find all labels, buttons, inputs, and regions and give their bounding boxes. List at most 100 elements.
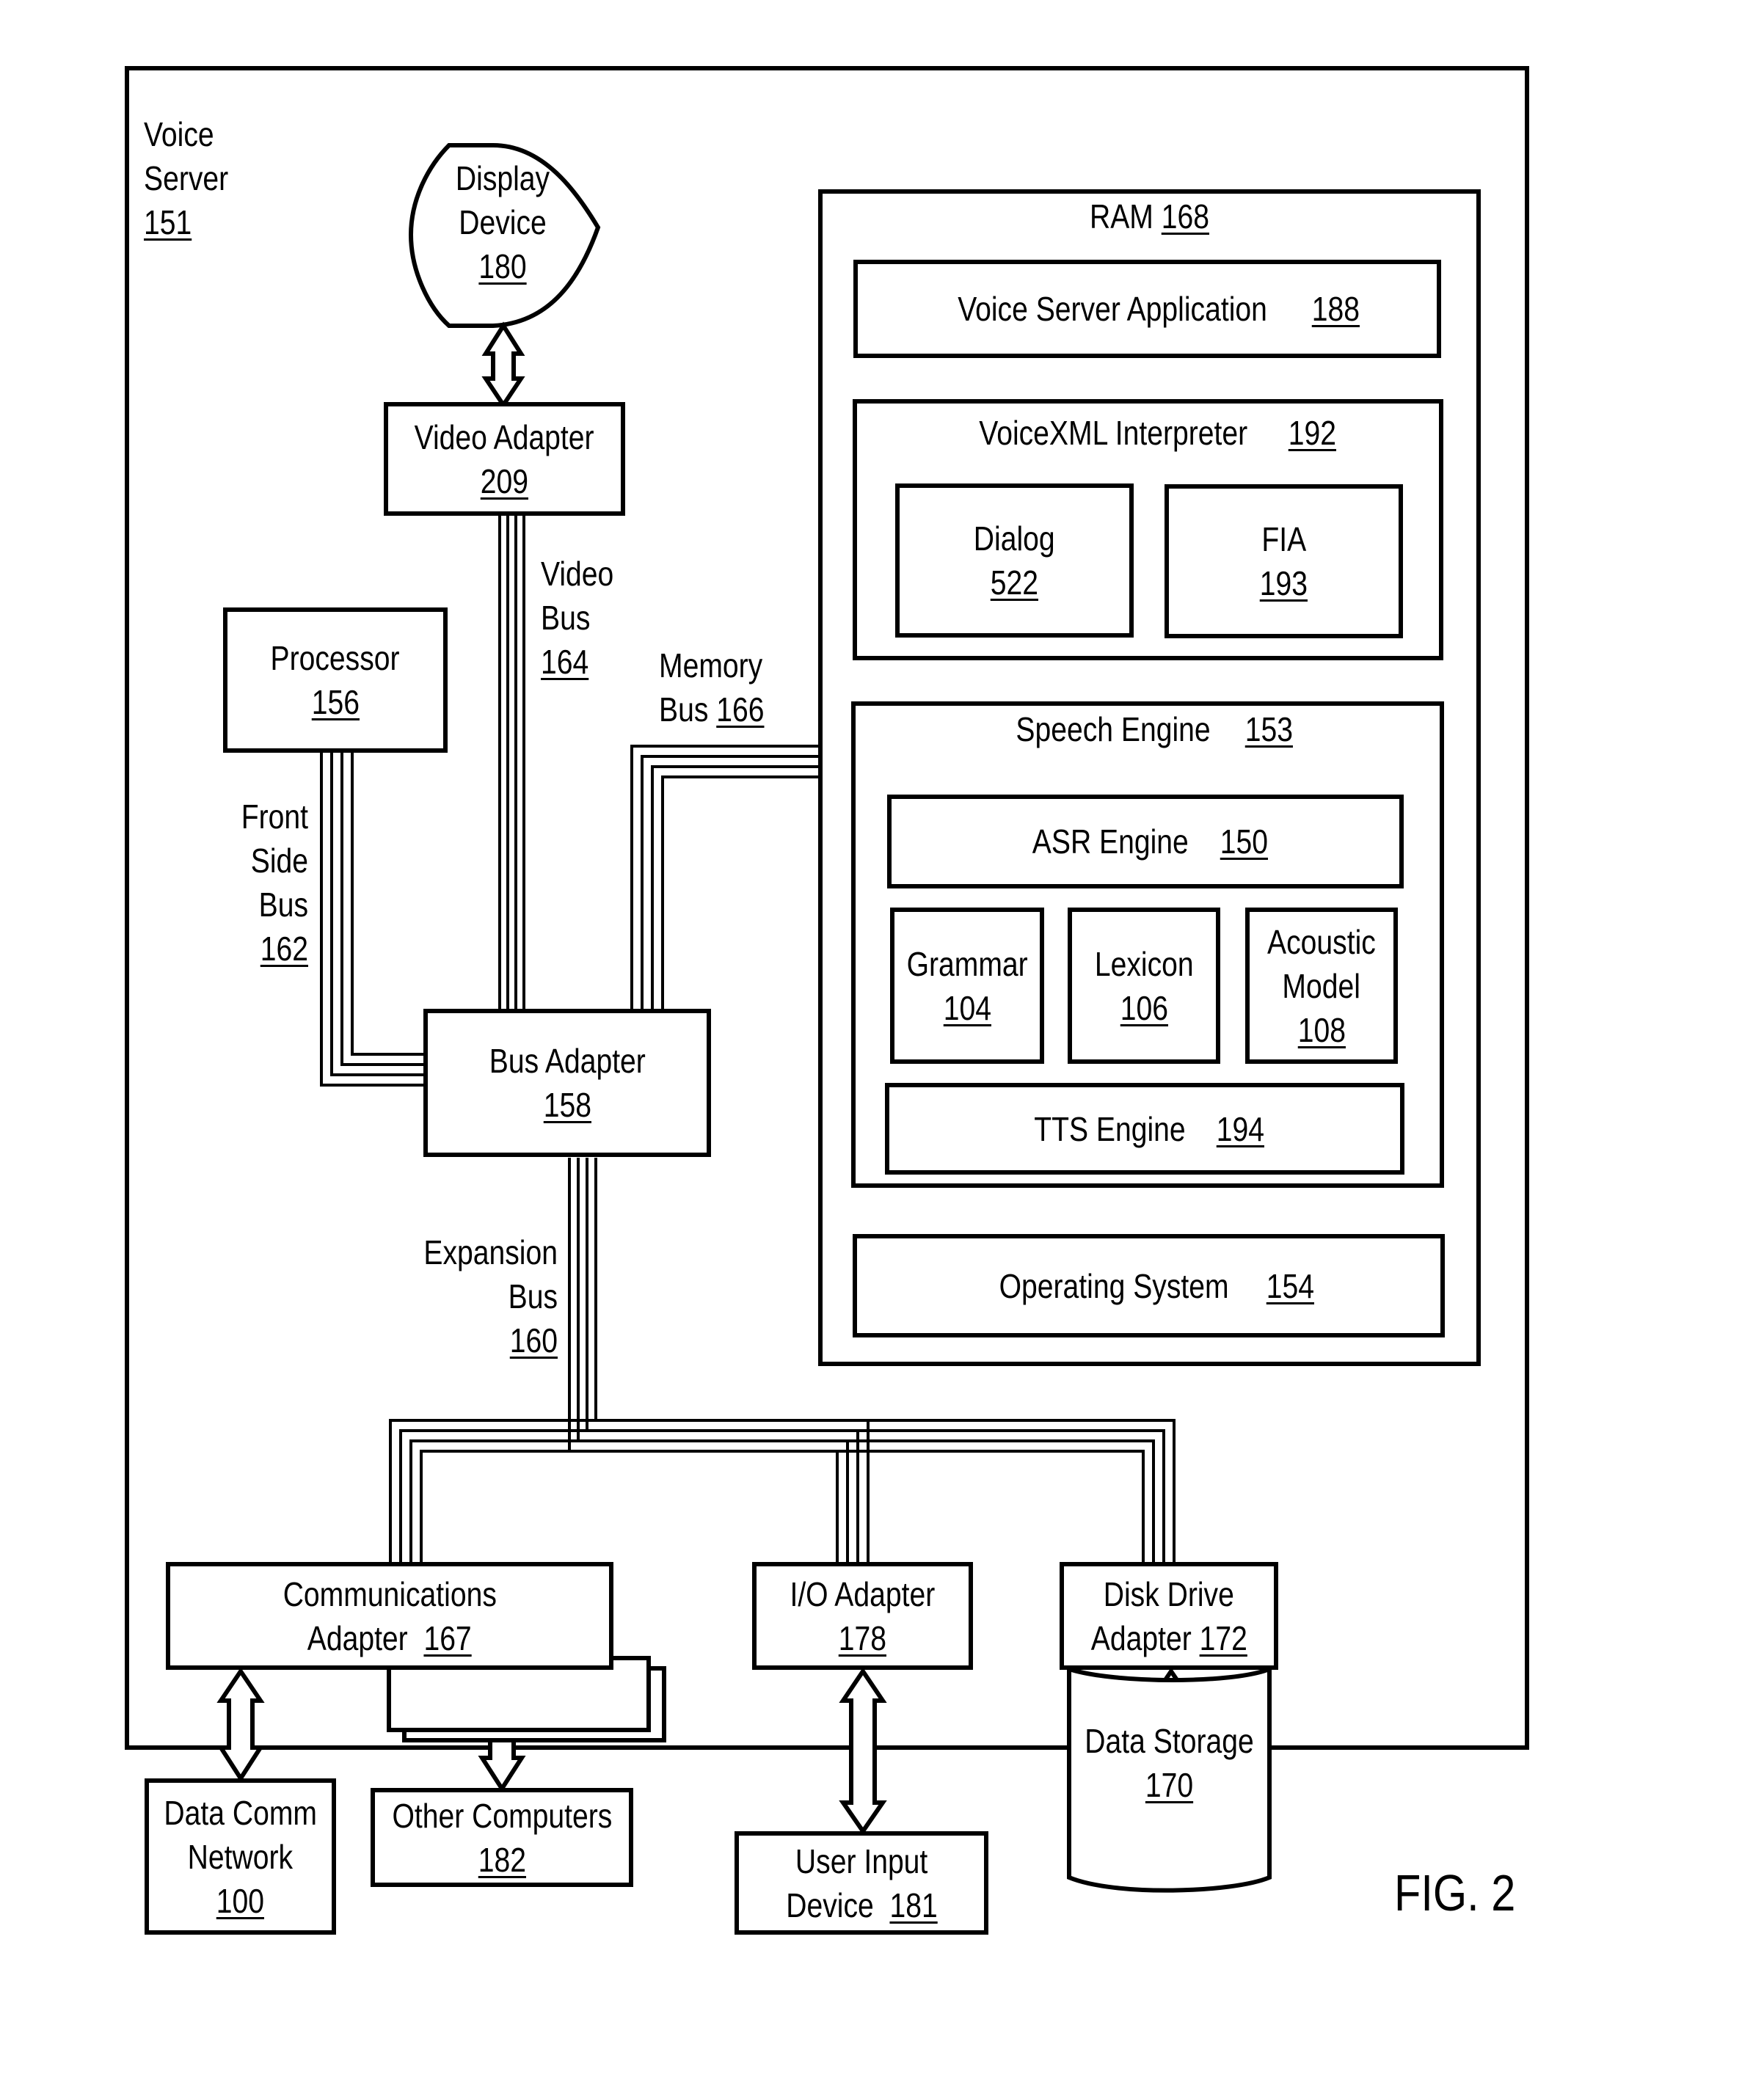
fia-name: FIA bbox=[1261, 520, 1306, 558]
voice-server-line2: Server bbox=[144, 159, 229, 197]
disk-drive-adapter-line1: Disk Drive bbox=[1103, 1574, 1235, 1613]
video-adapter-ref: 209 bbox=[480, 461, 529, 500]
user-input-device-ref: 181 bbox=[889, 1886, 938, 1924]
io-adapter-box: I/O Adapter 178 bbox=[752, 1562, 973, 1670]
other-computers-name: Other Computers bbox=[392, 1796, 612, 1835]
arrow-io-userinput bbox=[839, 1667, 887, 1836]
ram-title: RAM 168 bbox=[870, 194, 1429, 238]
data-comm-network-line2: Network bbox=[187, 1837, 294, 1876]
data-comm-network-box: Data Comm Network 100 bbox=[145, 1778, 336, 1935]
speech-engine-name: Speech Engine bbox=[1016, 710, 1211, 748]
video-adapter-name: Video Adapter bbox=[415, 417, 594, 456]
operating-system-box: Operating System 154 bbox=[853, 1234, 1445, 1337]
tts-engine-ref: 194 bbox=[1216, 1109, 1265, 1148]
voice-server-line1: Voice bbox=[144, 115, 214, 153]
bus-adapter-box: Bus Adapter 158 bbox=[423, 1009, 711, 1157]
acoustic-model-line2: Model bbox=[1282, 966, 1361, 1005]
operating-system-ref: 154 bbox=[1266, 1266, 1315, 1305]
other-computers-box: Other Computers 182 bbox=[371, 1788, 633, 1887]
voice-server-application-box: Voice Server Application 188 bbox=[853, 260, 1441, 358]
communications-adapter-box: Communications Adapter 167 bbox=[166, 1562, 613, 1670]
acoustic-model-line1: Acoustic bbox=[1267, 922, 1376, 961]
acoustic-model-ref: 108 bbox=[1297, 1010, 1346, 1049]
display-device-line1: Display bbox=[455, 159, 550, 197]
grammar-name: Grammar bbox=[906, 944, 1028, 983]
grammar-box: Grammar 104 bbox=[890, 908, 1044, 1064]
video-bus-label: Video Bus 164 bbox=[541, 552, 613, 684]
asr-engine-box: ASR Engine 150 bbox=[887, 795, 1404, 888]
expansion-bus-line2: Bus bbox=[508, 1277, 558, 1315]
front-side-bus-ref: 162 bbox=[260, 930, 308, 968]
asr-engine-name: ASR Engine bbox=[1032, 822, 1189, 861]
communications-adapter-line2: Adapter bbox=[307, 1618, 408, 1657]
memory-bus-line2: Bus bbox=[659, 690, 709, 729]
expansion-bus-line1: Expansion bbox=[423, 1233, 558, 1271]
voicexml-interpreter-title: VoiceXML Interpreter 192 bbox=[955, 411, 1341, 455]
communications-adapter-ref: 167 bbox=[423, 1618, 472, 1657]
data-comm-network-line1: Data Comm bbox=[164, 1793, 317, 1832]
memory-bus-line1: Memory bbox=[659, 646, 763, 685]
tts-engine-name: TTS Engine bbox=[1034, 1109, 1186, 1148]
io-adapter-ref: 178 bbox=[838, 1618, 887, 1657]
user-input-device-line2: Device bbox=[785, 1886, 874, 1924]
display-device-line2: Device bbox=[459, 203, 547, 241]
data-comm-network-ref: 100 bbox=[216, 1881, 265, 1920]
tts-engine-box: TTS Engine 194 bbox=[885, 1083, 1404, 1175]
speech-engine-title: Speech Engine 153 bbox=[999, 707, 1297, 751]
bus-adapter-ref: 158 bbox=[543, 1086, 591, 1124]
disk-drive-adapter-ref: 172 bbox=[1199, 1618, 1247, 1657]
arrow-comm-network bbox=[216, 1667, 265, 1783]
data-storage-name: Data Storage bbox=[1085, 1722, 1254, 1760]
figure-label: FIG. 2 bbox=[1394, 1864, 1516, 1921]
memory-bus-label: Memory Bus 166 bbox=[659, 643, 764, 731]
fia-ref: 193 bbox=[1259, 564, 1308, 602]
lexicon-name: Lexicon bbox=[1094, 944, 1194, 983]
voice-server-application-ref: 188 bbox=[1311, 290, 1360, 328]
disk-drive-adapter-box: Disk Drive Adapter 172 bbox=[1060, 1562, 1278, 1670]
video-adapter-box: Video Adapter 209 bbox=[384, 402, 625, 516]
front-side-bus-line3: Bus bbox=[258, 886, 308, 924]
grammar-ref: 104 bbox=[943, 988, 991, 1027]
processor-box: Processor 156 bbox=[223, 607, 448, 753]
voice-server-ref: 151 bbox=[144, 203, 192, 241]
dialog-name: Dialog bbox=[974, 519, 1055, 558]
io-adapter-name: I/O Adapter bbox=[790, 1574, 936, 1613]
data-storage-ref: 170 bbox=[1145, 1766, 1194, 1804]
other-computers-ref: 182 bbox=[478, 1840, 526, 1879]
ram-ref: 168 bbox=[1161, 197, 1209, 236]
processor-name: Processor bbox=[270, 639, 401, 677]
voicexml-interpreter-name: VoiceXML Interpreter bbox=[979, 414, 1248, 452]
expansion-bus-ref: 160 bbox=[509, 1321, 558, 1359]
dialog-box: Dialog 522 bbox=[895, 483, 1134, 638]
front-side-bus-line1: Front bbox=[241, 797, 308, 836]
speech-engine-ref: 153 bbox=[1244, 710, 1293, 748]
user-input-device-box: User Input Device 181 bbox=[735, 1831, 988, 1935]
video-bus-ref: 164 bbox=[541, 643, 589, 681]
lexicon-box: Lexicon 106 bbox=[1068, 908, 1220, 1064]
acoustic-model-box: Acoustic Model 108 bbox=[1245, 908, 1398, 1064]
bus-adapter-name: Bus Adapter bbox=[489, 1042, 646, 1080]
voicexml-interpreter-ref: 192 bbox=[1289, 414, 1337, 452]
voice-server-label: Voice Server 151 bbox=[144, 112, 228, 244]
memory-bus-ref: 166 bbox=[716, 690, 765, 729]
operating-system-name: Operating System bbox=[999, 1266, 1229, 1305]
front-side-bus-label: Front Side Bus 162 bbox=[233, 795, 308, 971]
display-device-ref: 180 bbox=[478, 247, 527, 285]
arrow-display-video bbox=[481, 321, 525, 409]
lexicon-ref: 106 bbox=[1120, 988, 1168, 1027]
video-bus-line1: Video bbox=[541, 555, 614, 593]
expansion-bus-label: Expansion Bus 160 bbox=[420, 1230, 558, 1362]
dialog-ref: 522 bbox=[990, 563, 1039, 602]
voice-server-application-name: Voice Server Application bbox=[958, 290, 1267, 328]
processor-ref: 156 bbox=[311, 683, 360, 721]
video-bus-line2: Bus bbox=[541, 599, 591, 637]
communications-adapter-line1: Communications bbox=[283, 1574, 497, 1613]
fia-box: FIA 193 bbox=[1165, 484, 1403, 638]
data-storage-label: Data Storage 170 bbox=[1084, 1719, 1254, 1807]
user-input-device-line1: User Input bbox=[795, 1841, 928, 1880]
ram-name: RAM bbox=[1089, 197, 1153, 236]
asr-engine-ref: 150 bbox=[1220, 822, 1268, 861]
display-device-label: Display Device 180 bbox=[425, 156, 581, 288]
front-side-bus-line2: Side bbox=[250, 842, 308, 880]
disk-drive-adapter-line2: Adapter bbox=[1090, 1618, 1192, 1657]
